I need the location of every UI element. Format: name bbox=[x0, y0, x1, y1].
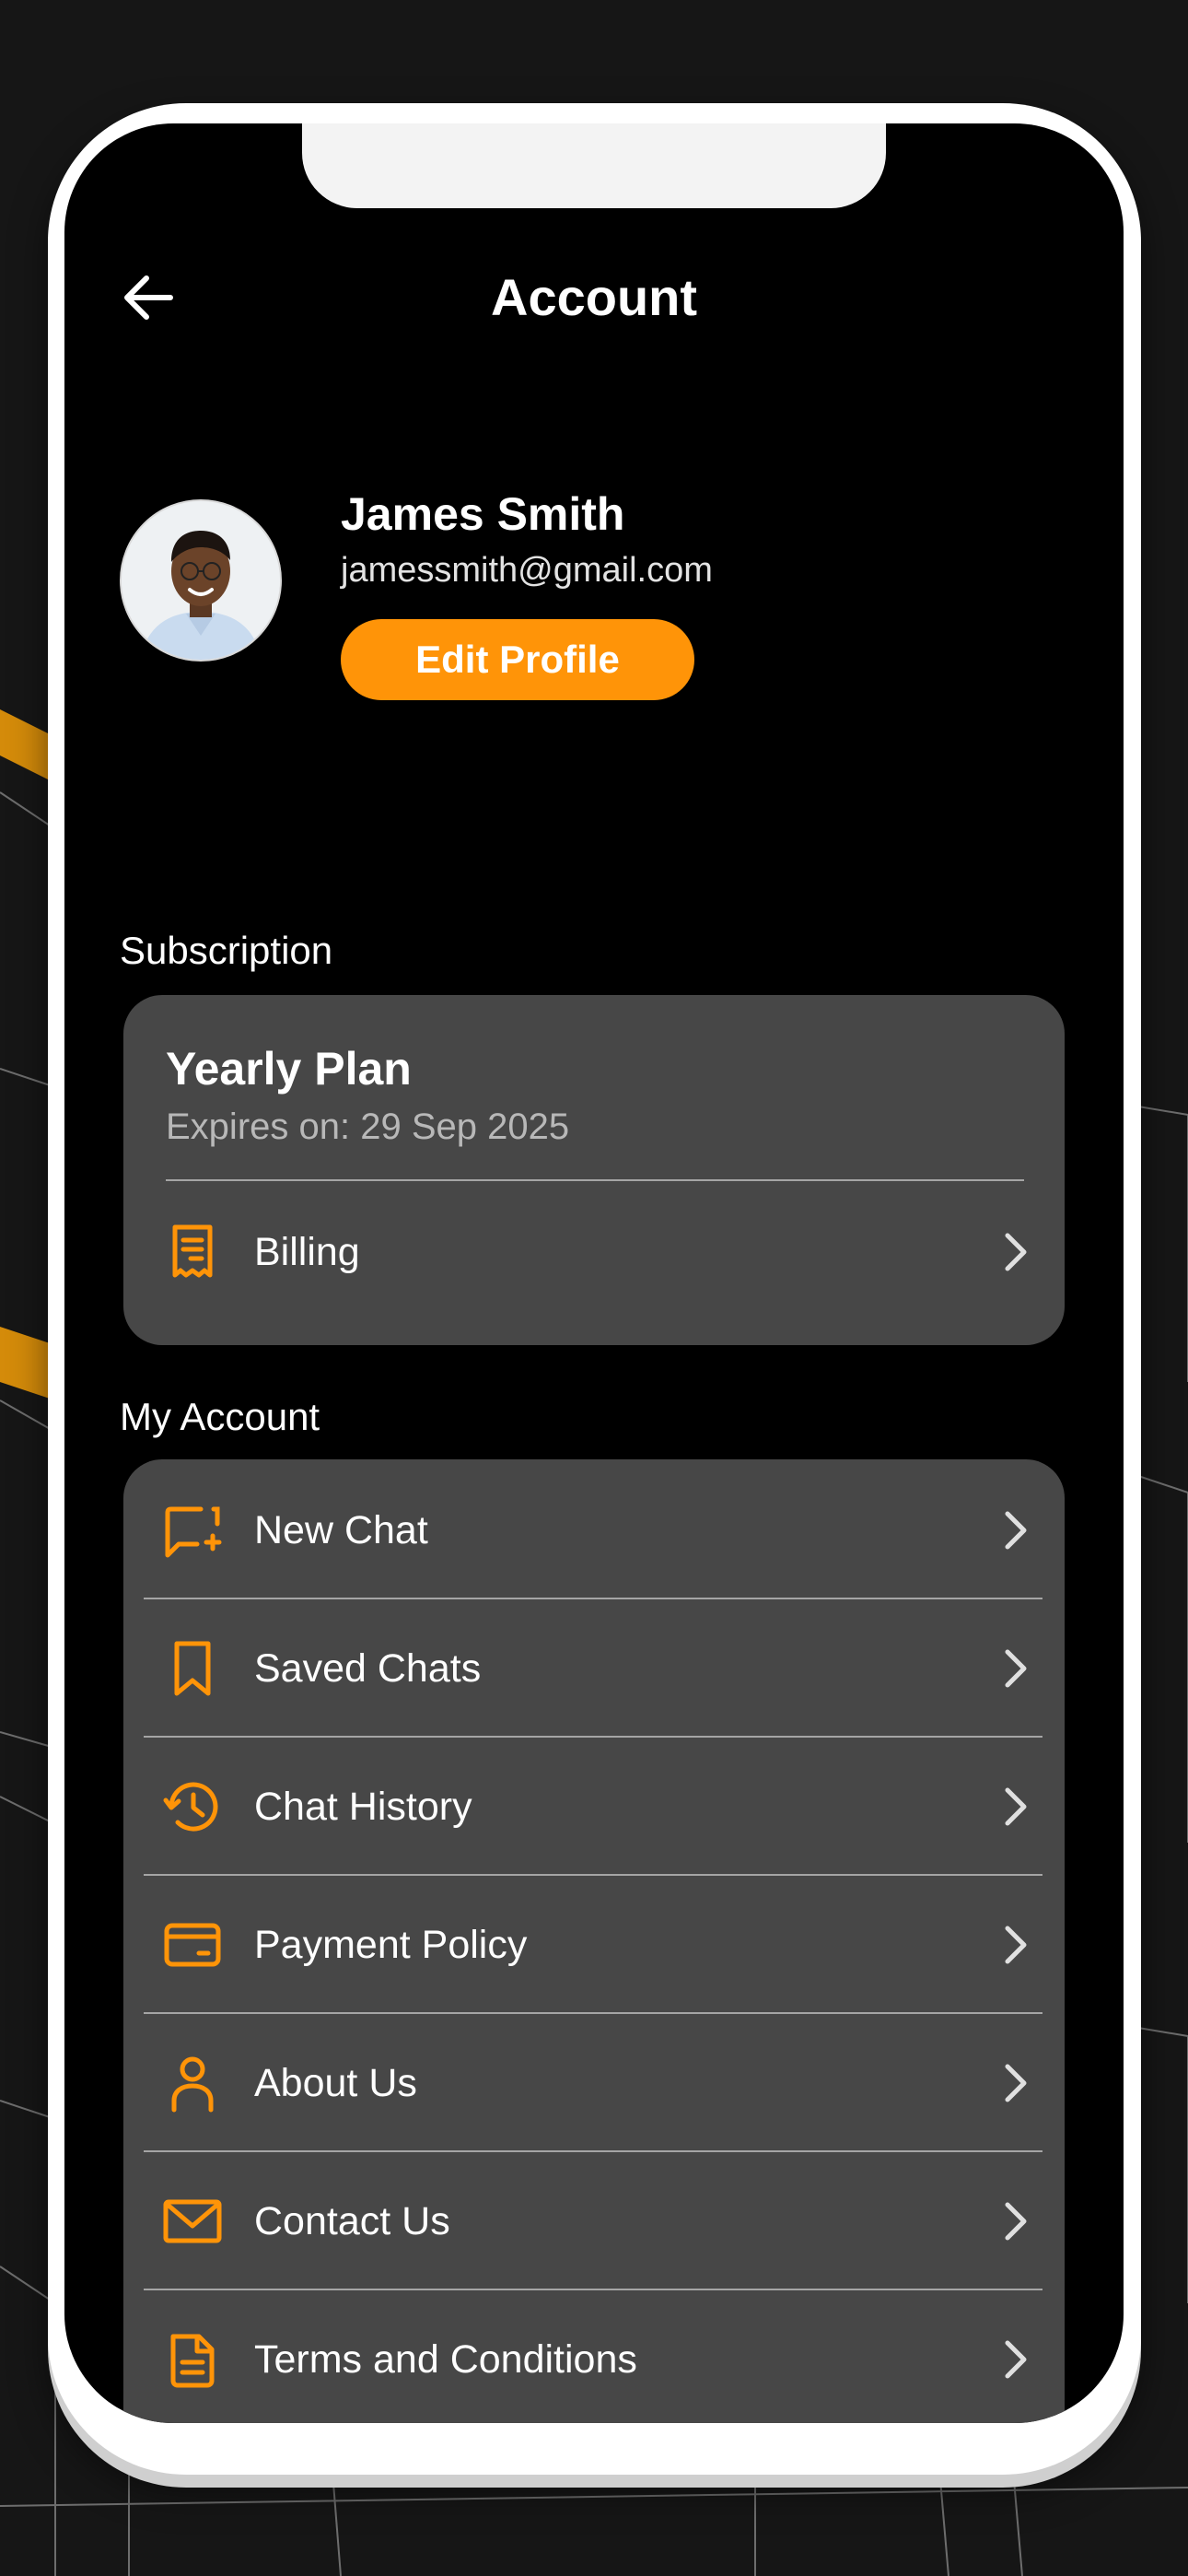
menu-item-label: Saved Chats bbox=[254, 1646, 482, 1691]
bookmark-icon bbox=[162, 1638, 223, 1699]
credit-card-icon bbox=[162, 1914, 223, 1975]
menu-item-contact-us[interactable]: Contact Us bbox=[123, 2152, 1065, 2290]
menu-item-about-us[interactable]: About Us bbox=[123, 2014, 1065, 2152]
subscription-card: Yearly Plan Expires on: 29 Sep 2025 Bill… bbox=[123, 995, 1065, 1345]
chevron-right-icon bbox=[996, 2199, 1033, 2243]
chevron-right-icon bbox=[996, 1923, 1033, 1967]
phone-screen: Account James Smith jamessmith@gmail.com… bbox=[64, 123, 1124, 2423]
page-title: Account bbox=[491, 268, 697, 326]
menu-item-saved-chats[interactable]: Saved Chats bbox=[123, 1599, 1065, 1738]
mail-icon bbox=[162, 2191, 223, 2252]
receipt-icon bbox=[162, 1222, 223, 1282]
menu-item-terms-and-conditions[interactable]: Terms and Conditions bbox=[123, 2290, 1065, 2423]
chevron-right-icon bbox=[996, 1785, 1033, 1829]
menu-item-payment-policy[interactable]: Payment Policy bbox=[123, 1876, 1065, 2014]
menu-item-label: About Us bbox=[254, 2061, 417, 2105]
menu-item-label: Terms and Conditions bbox=[254, 2337, 637, 2382]
avatar[interactable] bbox=[120, 499, 282, 662]
phone-notch bbox=[302, 123, 886, 208]
history-icon bbox=[162, 1776, 223, 1837]
chevron-right-icon bbox=[996, 2061, 1033, 2105]
user-icon bbox=[162, 2053, 223, 2113]
my-account-section-label: My Account bbox=[120, 1395, 320, 1438]
user-email: jamessmith@gmail.com bbox=[341, 551, 713, 590]
document-icon bbox=[162, 2329, 223, 2390]
user-name: James Smith bbox=[341, 488, 625, 540]
chevron-right-icon bbox=[996, 1646, 1033, 1691]
billing-label: Billing bbox=[254, 1230, 360, 1274]
my-account-card: New Chat Saved Chats Chat History Paymen… bbox=[123, 1459, 1065, 2423]
menu-item-label: Chat History bbox=[254, 1785, 472, 1829]
edit-profile-button[interactable]: Edit Profile bbox=[341, 619, 694, 700]
billing-row[interactable]: Billing bbox=[123, 1183, 1065, 1321]
plan-name: Yearly Plan bbox=[166, 1043, 412, 1095]
subscription-section-label: Subscription bbox=[120, 929, 333, 972]
menu-item-label: New Chat bbox=[254, 1508, 428, 1552]
menu-item-label: Payment Policy bbox=[254, 1923, 528, 1967]
menu-item-new-chat[interactable]: New Chat bbox=[123, 1461, 1065, 1599]
chevron-right-icon bbox=[996, 1508, 1033, 1552]
chevron-right-icon bbox=[996, 2337, 1033, 2382]
divider bbox=[166, 1179, 1024, 1181]
chat-plus-icon bbox=[162, 1500, 223, 1561]
avatar-portrait-icon bbox=[122, 501, 280, 660]
chevron-right-icon bbox=[996, 1230, 1033, 1274]
menu-item-label: Contact Us bbox=[254, 2199, 450, 2243]
menu-item-chat-history[interactable]: Chat History bbox=[123, 1738, 1065, 1876]
plan-expiry: Expires on: 29 Sep 2025 bbox=[166, 1107, 570, 1147]
